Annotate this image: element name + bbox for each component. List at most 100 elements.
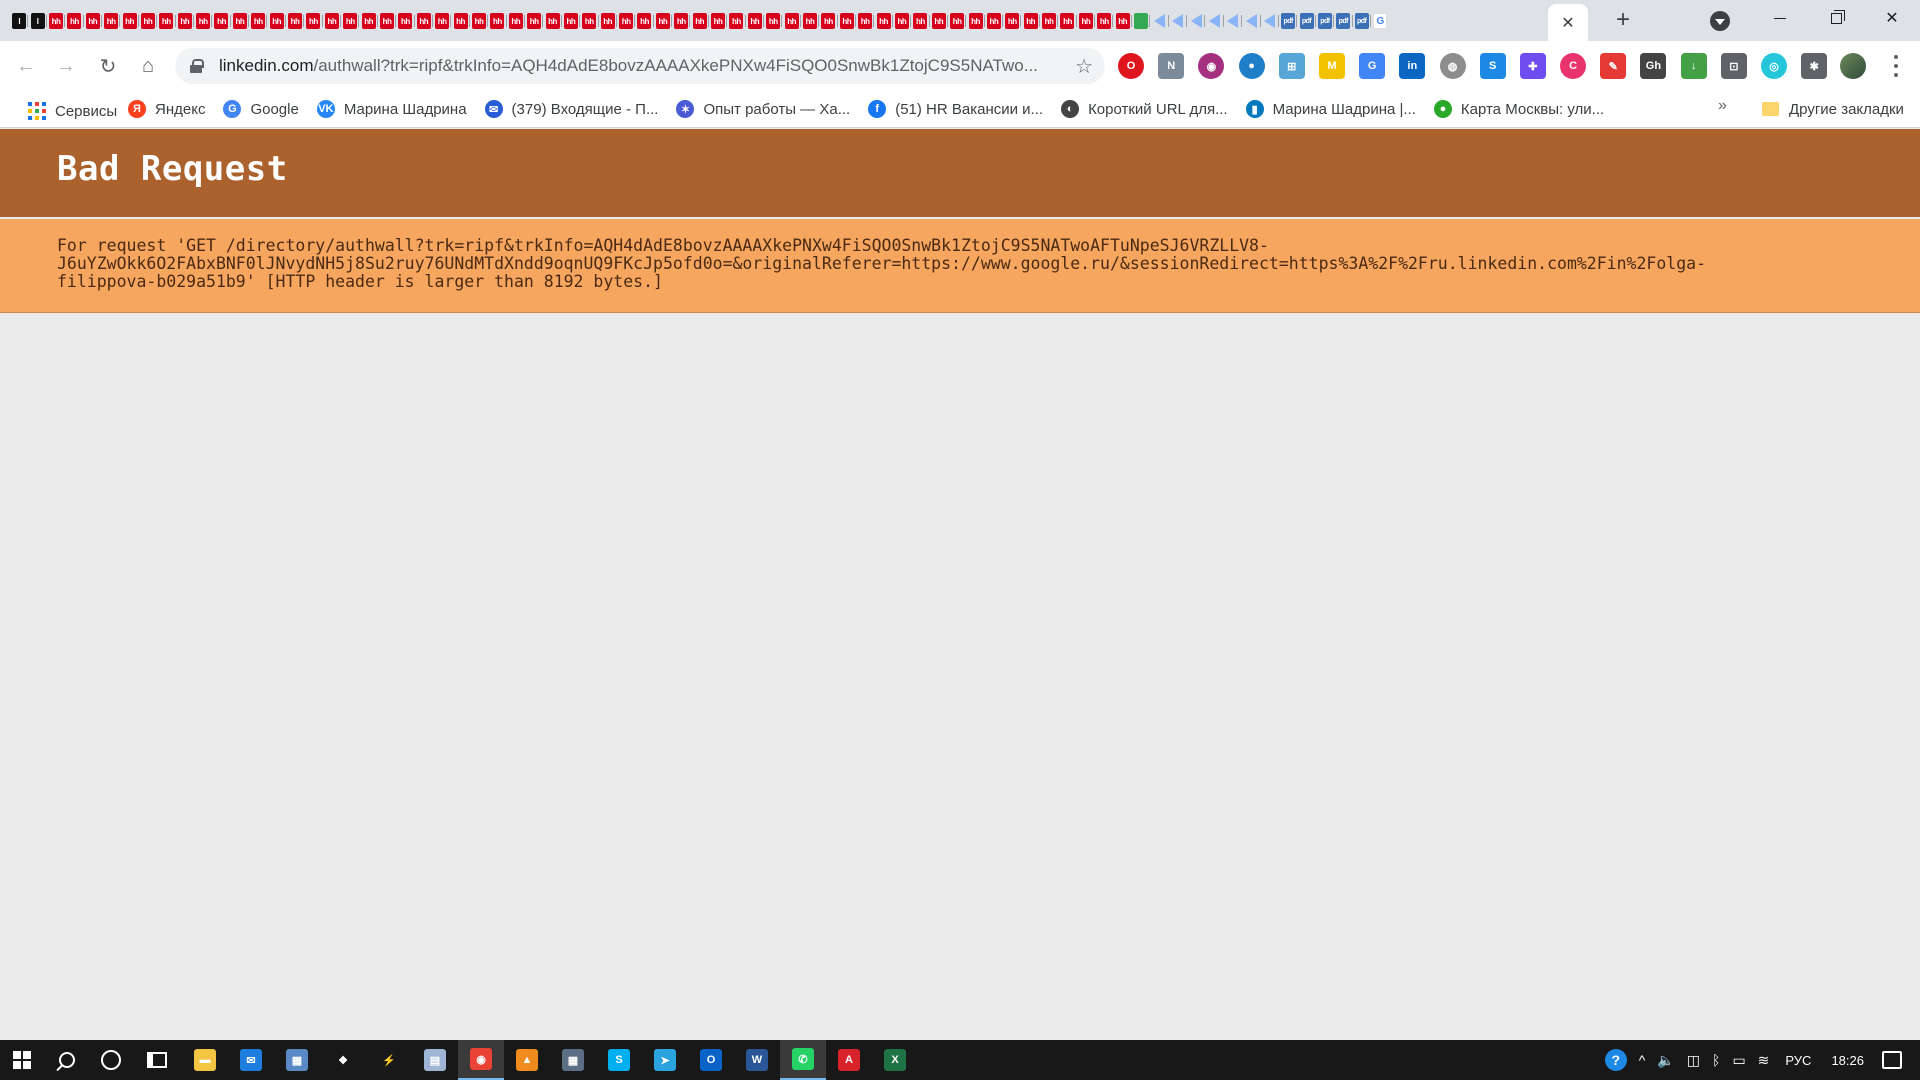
pinned-tab[interactable]: hh — [1040, 7, 1059, 35]
pinned-tab[interactable]: hh — [212, 7, 232, 35]
pinned-tab[interactable]: hh — [488, 7, 507, 35]
linkedin-extension-icon[interactable]: in — [1399, 53, 1426, 79]
taskbar-search-button[interactable] — [44, 1040, 90, 1080]
pinned-tab[interactable]: hh — [1095, 7, 1114, 35]
pinned-tab[interactable]: hh — [451, 7, 471, 35]
globe-extension-icon[interactable]: ◍ — [1439, 53, 1466, 79]
taskbar-app-button[interactable]: ❖ — [320, 1040, 366, 1080]
taskbar-app-button[interactable]: ◉ — [458, 1040, 504, 1080]
pinned-tab[interactable]: hh — [874, 7, 894, 35]
taskbar-app-button[interactable]: A — [826, 1040, 872, 1080]
c-extension-icon[interactable]: C — [1560, 53, 1587, 79]
pinned-tab[interactable] — [1132, 7, 1151, 35]
pinned-tab[interactable]: hh — [139, 7, 158, 35]
start-button[interactable] — [0, 1040, 44, 1080]
pinned-tab[interactable]: I — [10, 7, 29, 35]
bookmark-star-icon[interactable]: ☆ — [1075, 54, 1093, 79]
pinned-tab[interactable]: pdf — [1353, 7, 1372, 35]
taskbar-app-button[interactable]: S — [596, 1040, 642, 1080]
wifi-icon[interactable]: ≋ — [1752, 1040, 1776, 1080]
forward-button[interactable]: → — [50, 50, 82, 82]
download-extension-icon[interactable]: ↓ — [1680, 53, 1707, 79]
pinned-tab[interactable] — [1187, 7, 1206, 35]
pinned-tab[interactable]: hh — [856, 7, 875, 35]
pinned-tab[interactable]: hh — [672, 7, 691, 35]
pinned-tab[interactable]: hh — [764, 7, 783, 35]
translate-extension-icon[interactable]: G — [1359, 53, 1386, 79]
volume-icon[interactable]: 🔈 — [1651, 1040, 1680, 1080]
puzzle-dark-extension-icon[interactable]: ⊡ — [1720, 53, 1747, 79]
pinned-tab[interactable] — [1242, 7, 1261, 35]
pinned-tab[interactable] — [1169, 7, 1188, 35]
cortana-button[interactable] — [88, 1040, 134, 1080]
pinned-tab[interactable]: hh — [543, 7, 563, 35]
pinned-tab[interactable] — [1224, 7, 1243, 35]
pinned-tab[interactable]: hh — [746, 7, 765, 35]
url-text[interactable]: linkedin.com/authwall?trk=ripf&trkInfo=A… — [219, 56, 1059, 76]
clock[interactable]: 18:26 — [1821, 1053, 1874, 1068]
taskbar-app-button[interactable]: ✆ — [780, 1040, 826, 1080]
close-window-button[interactable]: ✕ — [1864, 0, 1920, 36]
bookmark-item[interactable]: ✶ Опыт работы — Ха... — [668, 95, 858, 123]
pinned-tab[interactable]: pdf — [1279, 7, 1298, 35]
active-tab[interactable]: ✕ — [1548, 4, 1588, 41]
pinned-tab[interactable] — [1205, 7, 1225, 35]
taskbar-app-button[interactable]: O — [688, 1040, 734, 1080]
taskbar-app-button[interactable]: W — [734, 1040, 780, 1080]
lock-icon[interactable] — [189, 59, 204, 73]
pinned-tab[interactable]: hh — [930, 7, 949, 35]
pinned-tab[interactable]: hh — [617, 7, 636, 35]
taskbar-app-button[interactable]: X — [872, 1040, 918, 1080]
close-tab-icon[interactable]: ✕ — [1559, 14, 1577, 32]
bookmark-item[interactable]: ◐ Короткий URL для... — [1053, 95, 1236, 123]
pinned-tab[interactable]: hh — [47, 7, 66, 35]
opera-extension-icon[interactable]: O — [1118, 53, 1144, 79]
news-extension-icon[interactable]: N — [1158, 53, 1185, 79]
pinned-tab[interactable]: hh — [120, 7, 140, 35]
restore-button[interactable] — [1808, 0, 1864, 36]
github-email-extension-icon[interactable]: Gh — [1640, 53, 1667, 79]
taskbar-app-button[interactable]: ▦ — [274, 1040, 320, 1080]
pinned-tab[interactable] — [1150, 7, 1170, 35]
pinned-tab[interactable]: hh — [176, 7, 195, 35]
bookmark-item[interactable]: G Google — [215, 95, 306, 123]
circle-extension-icon[interactable]: ◉ — [1198, 53, 1225, 79]
battery-icon[interactable]: ▭ — [1726, 1040, 1751, 1080]
home-button[interactable]: ⌂ — [132, 50, 164, 82]
pinned-tab[interactable]: hh — [433, 7, 452, 35]
pinned-tab[interactable]: pdf — [1316, 7, 1335, 35]
bookmark-item[interactable]: ▮ Марина Шадрина |... — [1238, 95, 1424, 123]
address-bar[interactable]: linkedin.com/authwall?trk=ripf&trkInfo=A… — [175, 48, 1105, 84]
other-bookmarks-folder[interactable]: Другие закладки — [1754, 95, 1912, 123]
pinned-tab[interactable]: pdf — [1297, 7, 1317, 35]
help-icon[interactable]: ? — [1599, 1040, 1633, 1080]
pinned-tab[interactable]: hh — [985, 7, 1004, 35]
taskbar-app-button[interactable]: ▦ — [550, 1040, 596, 1080]
pinned-tab[interactable]: hh — [84, 7, 103, 35]
pinned-tab[interactable]: hh — [1058, 7, 1078, 35]
pinned-tab[interactable]: hh — [654, 7, 673, 35]
pinned-tab[interactable]: hh — [249, 7, 268, 35]
plus-extension-icon[interactable]: ✚ — [1519, 53, 1546, 79]
fingerprint-extension-icon[interactable]: ◎ — [1761, 53, 1787, 79]
pinned-tab[interactable]: hh — [1077, 7, 1096, 35]
minimize-button[interactable] — [1752, 0, 1808, 36]
pinned-tab[interactable]: hh — [1113, 7, 1133, 35]
show-hidden-icons-icon[interactable]: ^ — [1633, 1040, 1652, 1080]
tab-search-button[interactable] — [1710, 11, 1730, 31]
pinned-tab[interactable]: hh — [635, 7, 655, 35]
taskbar-app-button[interactable]: ✉ — [228, 1040, 274, 1080]
input-language[interactable]: РУС — [1775, 1053, 1821, 1068]
pinned-tab[interactable]: hh — [599, 7, 618, 35]
s-extension-icon[interactable]: S — [1479, 53, 1506, 79]
more-bookmarks-button[interactable]: » — [1718, 97, 1727, 115]
pinned-tab[interactable]: hh — [378, 7, 397, 35]
pen-extension-icon[interactable]: ✎ — [1600, 53, 1627, 79]
taskbar-app-button[interactable]: ➤ — [642, 1040, 688, 1080]
bookmark-item[interactable]: ✉ (379) Входящие - П... — [477, 95, 667, 123]
pinned-tab[interactable]: hh — [194, 7, 213, 35]
pinned-tab[interactable]: hh — [304, 7, 324, 35]
pinned-tab[interactable]: hh — [470, 7, 489, 35]
pinned-tab[interactable]: hh — [102, 7, 121, 35]
pinned-tab[interactable]: hh — [782, 7, 802, 35]
